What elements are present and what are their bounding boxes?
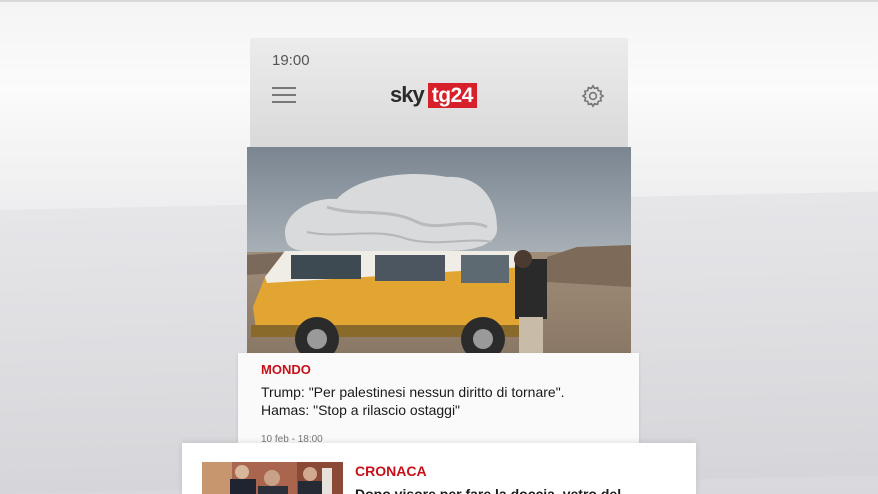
headline-line-1: Trump: "Per palestinesi nessun diritto d…	[261, 384, 565, 400]
article-hero-image[interactable]	[247, 147, 631, 354]
article-card[interactable]: CRONACA Dopo visore per fare la doccia, …	[182, 443, 696, 494]
article-card[interactable]: MONDO Trump: "Per palestinesi nessun dir…	[238, 353, 639, 448]
hamburger-menu-icon[interactable]	[272, 87, 296, 105]
logo-tg24-text: tg24	[427, 82, 477, 108]
app-header: 19:00 sky tg24	[250, 38, 628, 148]
top-divider	[0, 0, 878, 2]
headline-line-2: Hamas: "Stop a rilascio ostaggi"	[261, 402, 461, 418]
status-time: 19:00	[272, 52, 310, 69]
article-headline: Dopo visore per fare la doccia, vetro de…	[355, 486, 622, 494]
sky-tg24-logo: sky tg24	[390, 82, 477, 108]
logo-sky-text: sky	[390, 82, 425, 107]
article-category: CRONACA	[355, 463, 427, 479]
gear-icon[interactable]	[581, 84, 605, 108]
article-thumbnail	[202, 462, 343, 494]
article-category: MONDO	[261, 362, 311, 377]
article-headline: Trump: "Per palestinesi nessun diritto d…	[261, 383, 621, 419]
